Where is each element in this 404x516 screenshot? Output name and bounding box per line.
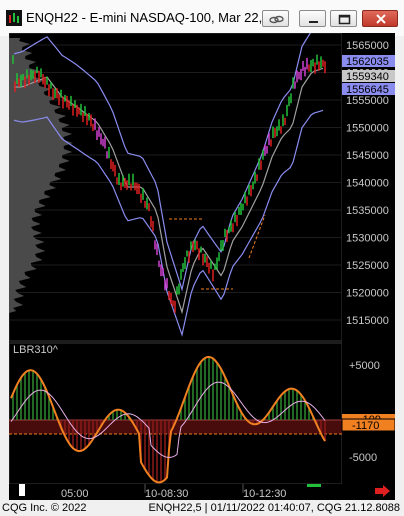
price-label: 1550000 bbox=[346, 123, 389, 135]
indicator-name: LBR310^ bbox=[13, 344, 59, 356]
status-bar: CQG Inc. © 2022 ENQH22,5 | 01/11/2022 01… bbox=[0, 500, 404, 516]
price-flag-label: 1559340 bbox=[346, 71, 389, 83]
indicator-axis-label: +5000 bbox=[349, 360, 380, 372]
minimize-button[interactable] bbox=[299, 10, 326, 27]
price-label: 1530000 bbox=[346, 233, 389, 245]
maximize-icon bbox=[338, 14, 351, 25]
window-titlebar: ENQH22 - E-mini NASDAQ-100, Mar 22, 5 ..… bbox=[0, 0, 404, 36]
time-label-0830: 10-08:30 bbox=[145, 488, 188, 500]
price-flag-label: 1562035 bbox=[346, 56, 389, 68]
indicator-panel[interactable] bbox=[8, 342, 343, 485]
time-label-0500: 05:00 bbox=[61, 488, 89, 500]
link-icon bbox=[269, 15, 284, 24]
link-button[interactable] bbox=[262, 10, 289, 27]
price-label: 1525000 bbox=[346, 260, 389, 272]
copyright-text: CQG Inc. © 2022 bbox=[2, 502, 87, 514]
close-icon bbox=[376, 14, 386, 24]
chart-canvas[interactable]: 1565000156000015550001550000154500015400… bbox=[8, 25, 396, 500]
price-panel[interactable] bbox=[8, 32, 343, 342]
time-label-1230: 10-12:30 bbox=[243, 488, 286, 500]
price-label: 1515000 bbox=[346, 315, 389, 327]
price-label: 1555000 bbox=[346, 95, 389, 107]
price-label: 1545000 bbox=[346, 150, 389, 162]
cqg-app-icon bbox=[6, 10, 22, 26]
window-title: ENQH22 - E-mini NASDAQ-100, Mar 22, 5 ..… bbox=[26, 10, 288, 25]
price-flag-label: 1556645 bbox=[346, 84, 389, 96]
maximize-button[interactable] bbox=[330, 10, 357, 27]
indicator-flag-label: -1170 bbox=[352, 420, 379, 432]
price-label: 1535000 bbox=[346, 205, 389, 217]
scroll-marker[interactable] bbox=[19, 484, 25, 496]
indicator-axis-label: -5000 bbox=[349, 452, 377, 464]
close-button[interactable] bbox=[362, 10, 398, 27]
session-marker bbox=[307, 484, 321, 487]
price-label: 1540000 bbox=[346, 178, 389, 190]
chart-window[interactable]: 1565000156000015550001550000154500015400… bbox=[8, 25, 396, 500]
status-info: ENQH22,5 | 01/11/2022 01:40:07, CQG 21.1… bbox=[148, 502, 400, 514]
minimize-icon bbox=[309, 21, 318, 23]
price-label: 1565000 bbox=[346, 40, 389, 52]
price-label: 1520000 bbox=[346, 288, 389, 300]
